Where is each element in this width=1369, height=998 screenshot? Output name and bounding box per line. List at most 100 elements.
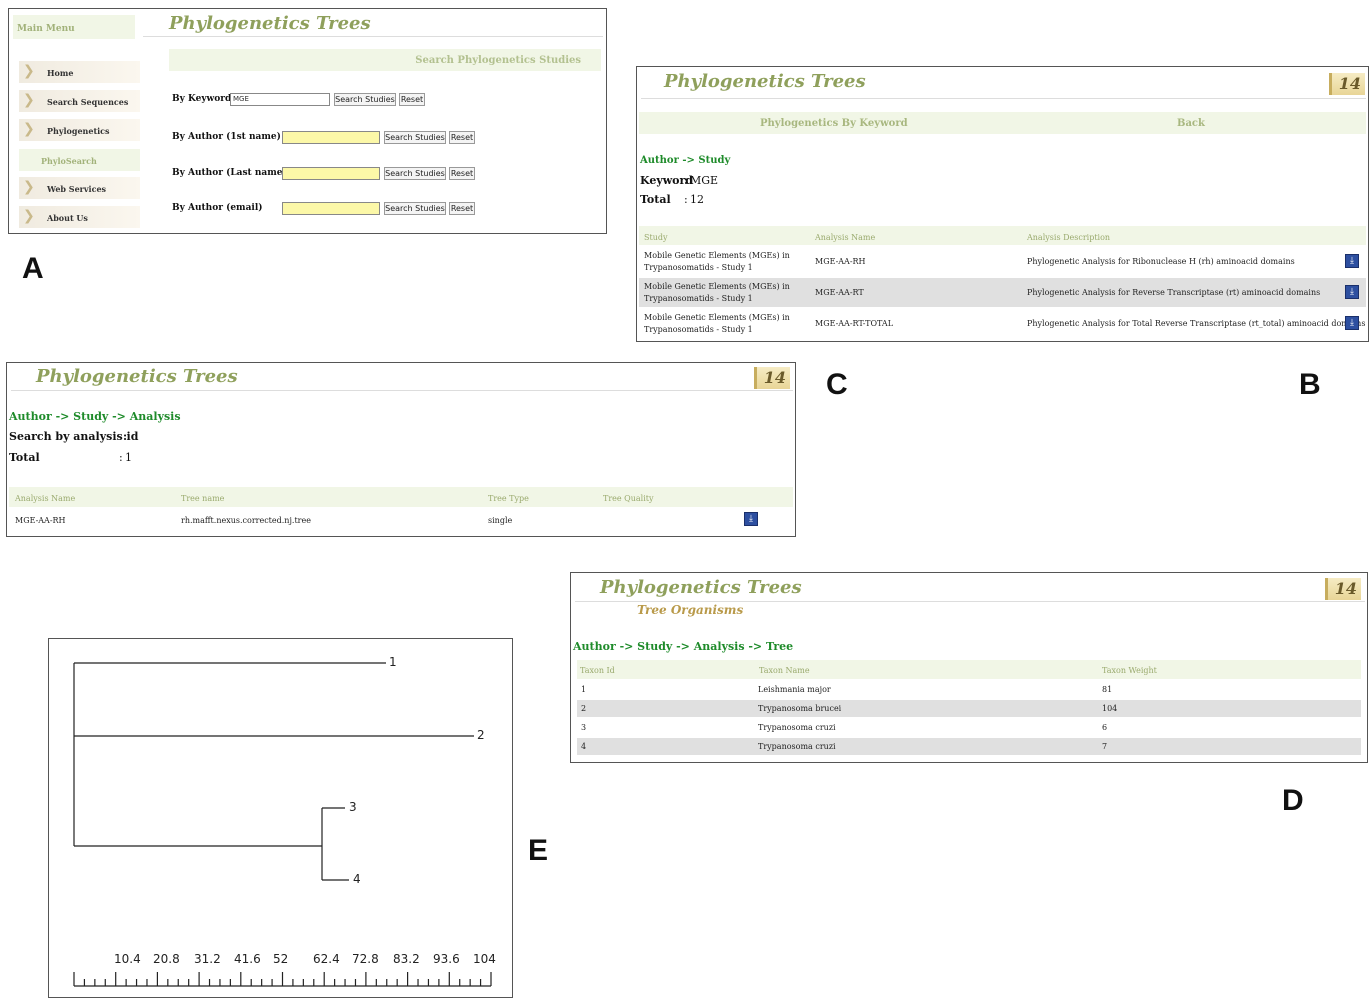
scale-tick-label: 31.2: [194, 952, 221, 966]
scale-tick-label: 20.8: [153, 952, 180, 966]
panel-b-keyword-results: Phylogenetics Trees 14 Phylogenetics By …: [636, 66, 1369, 342]
col-taxon-name: Taxon Name: [759, 666, 810, 675]
author-email-label: By Author (email): [172, 203, 263, 213]
chevron-right-icon: ❯: [23, 121, 35, 137]
main-menu-title: Main Menu: [17, 24, 75, 34]
title-divider: [143, 36, 603, 37]
author-email-reset-button[interactable]: Reset: [449, 202, 475, 215]
author-last-label: By Author (Last name): [172, 168, 287, 178]
breadcrumb[interactable]: Author -> Study -> Analysis: [9, 410, 181, 423]
panel-e-tree-view: 1 2 3 4 10.4 20.8 31.2 41.6 52 62.4 72.8…: [48, 638, 513, 998]
author-first-label: By Author (1st name): [172, 132, 281, 142]
keyword-label: By Keyword: [172, 94, 232, 104]
table-row[interactable]: MGE-AA-RH rh.mafft.nexus.corrected.nj.tr…: [9, 509, 793, 533]
panel-letter-e: E: [528, 834, 549, 867]
col-tree-type: Tree Type: [488, 494, 529, 503]
leaf-label-4: 4: [353, 872, 361, 886]
page-title: Phylogenetics Trees: [169, 13, 371, 34]
col-tree-quality: Tree Quality: [603, 494, 654, 503]
menu-item-about-us[interactable]: ❯ About Us: [19, 206, 140, 228]
panel-letter-b: B: [1299, 368, 1321, 401]
table-row[interactable]: Mobile Genetic Elements (MGEs) in Trypan…: [639, 278, 1366, 307]
scale-tick-label: 93.6: [433, 952, 460, 966]
col-analysis-name: Analysis Name: [815, 233, 876, 242]
pdf-icon[interactable]: ⤓: [744, 512, 758, 526]
col-tree-name: Tree name: [181, 494, 225, 503]
scale-tick-label: 83.2: [393, 952, 420, 966]
table-row[interactable]: Mobile Genetic Elements (MGEs) in Trypan…: [639, 309, 1366, 338]
search-by-id-label: Search by analysis id: [9, 430, 139, 443]
panel-letter-d: D: [1282, 784, 1304, 817]
pdf-icon[interactable]: ⤓: [1345, 254, 1359, 268]
scale-tick-label: 52: [273, 952, 289, 966]
chevron-right-icon: ❯: [23, 179, 35, 195]
author-last-input[interactable]: [282, 167, 380, 180]
page-badge: 14: [1329, 73, 1365, 95]
tab-keyword[interactable]: Phylogenetics By Keyword: [760, 118, 908, 129]
pdf-icon[interactable]: ⤓: [1345, 285, 1359, 299]
panel-c-analysis-results: Phylogenetics Trees 14 Author -> Study -…: [6, 362, 796, 537]
page-badge: 14: [1325, 578, 1361, 600]
page-badge: 14: [754, 367, 790, 389]
breadcrumb[interactable]: Author -> Study -> Analysis -> Tree: [573, 640, 793, 653]
panel-d-tree-organisms: Phylogenetics Trees Tree Organisms 14 Au…: [570, 572, 1368, 763]
col-study: Study: [644, 233, 668, 242]
chevron-right-icon: ❯: [23, 63, 35, 79]
chevron-right-icon: ❯: [23, 208, 35, 224]
scale-tick-label: 41.6: [234, 952, 261, 966]
scale-tick-label: 72.8: [352, 952, 379, 966]
tab-back[interactable]: Back: [1177, 118, 1205, 129]
keyword-colon: :: [684, 174, 689, 187]
pdf-icon[interactable]: ⤓: [1345, 316, 1359, 330]
search-by-id-colon: :: [123, 430, 128, 443]
table-row[interactable]: 2 Trypanosoma brucei 104: [577, 700, 1361, 717]
author-first-input[interactable]: [282, 131, 380, 144]
author-first-search-button[interactable]: Search Studies: [384, 131, 446, 144]
total-label: Total: [640, 193, 671, 206]
scale-tick-label: 62.4: [313, 952, 340, 966]
author-last-search-button[interactable]: Search Studies: [384, 167, 446, 180]
page-title: Phylogenetics Trees: [600, 577, 802, 598]
table-row[interactable]: Mobile Genetic Elements (MGEs) in Trypan…: [639, 247, 1366, 276]
tab-bar: [639, 112, 1366, 134]
author-first-reset-button[interactable]: Reset: [449, 131, 475, 144]
total-colon: :: [119, 451, 123, 464]
panel-letter-a: A: [22, 252, 44, 285]
section-header-label: Search Phylogenetics Studies: [415, 55, 581, 66]
title-divider: [641, 98, 1366, 99]
menu-item-phylosearch[interactable]: PhyloSearch: [19, 149, 140, 171]
col-taxon-weight: Taxon Weight: [1102, 666, 1157, 675]
table-row[interactable]: 4 Trypanosoma cruzi 7: [577, 738, 1361, 755]
leaf-label-3: 3: [349, 800, 357, 814]
menu-item-search-sequences[interactable]: ❯ Search Sequences: [19, 90, 140, 112]
total-colon: :: [684, 193, 688, 206]
keyword-search-button[interactable]: Search Studies: [334, 93, 396, 106]
col-analysis-description: Analysis Description: [1027, 233, 1111, 242]
menu-item-web-services[interactable]: ❯ Web Services: [19, 177, 140, 199]
panel-a-search: Main Menu ❯ Home ❯ Search Sequences ❯ Ph…: [8, 8, 607, 234]
table-row[interactable]: 3 Trypanosoma cruzi 6: [577, 719, 1361, 736]
scale-ticks: [73, 972, 492, 986]
table-row[interactable]: 1 Leishmania major 81: [577, 681, 1361, 698]
author-email-input[interactable]: [282, 202, 380, 215]
organisms-table-header: [577, 660, 1361, 679]
keyword-reset-button[interactable]: Reset: [399, 93, 425, 106]
subtitle-tree-organisms: Tree Organisms: [637, 603, 744, 617]
author-last-reset-button[interactable]: Reset: [449, 167, 475, 180]
leaf-label-1: 1: [389, 655, 397, 669]
menu-item-home[interactable]: ❯ Home: [19, 61, 140, 83]
scale-tick-label: 104: [473, 952, 496, 966]
col-taxon-id: Taxon Id: [580, 666, 615, 675]
leaf-label-2: 2: [477, 728, 485, 742]
author-email-search-button[interactable]: Search Studies: [384, 202, 446, 215]
scale-tick-label: 10.4: [114, 952, 141, 966]
keyword-value: MGE: [690, 174, 719, 187]
total-value: 12: [690, 193, 704, 206]
breadcrumb[interactable]: Author -> Study: [640, 155, 730, 166]
keyword-input[interactable]: MGE: [230, 93, 330, 106]
phylogenetic-tree: [73, 662, 492, 987]
title-divider: [575, 601, 1365, 602]
title-divider: [11, 390, 793, 391]
menu-item-phylogenetics[interactable]: ❯ Phylogenetics: [19, 119, 140, 141]
page-title: Phylogenetics Trees: [664, 71, 866, 92]
